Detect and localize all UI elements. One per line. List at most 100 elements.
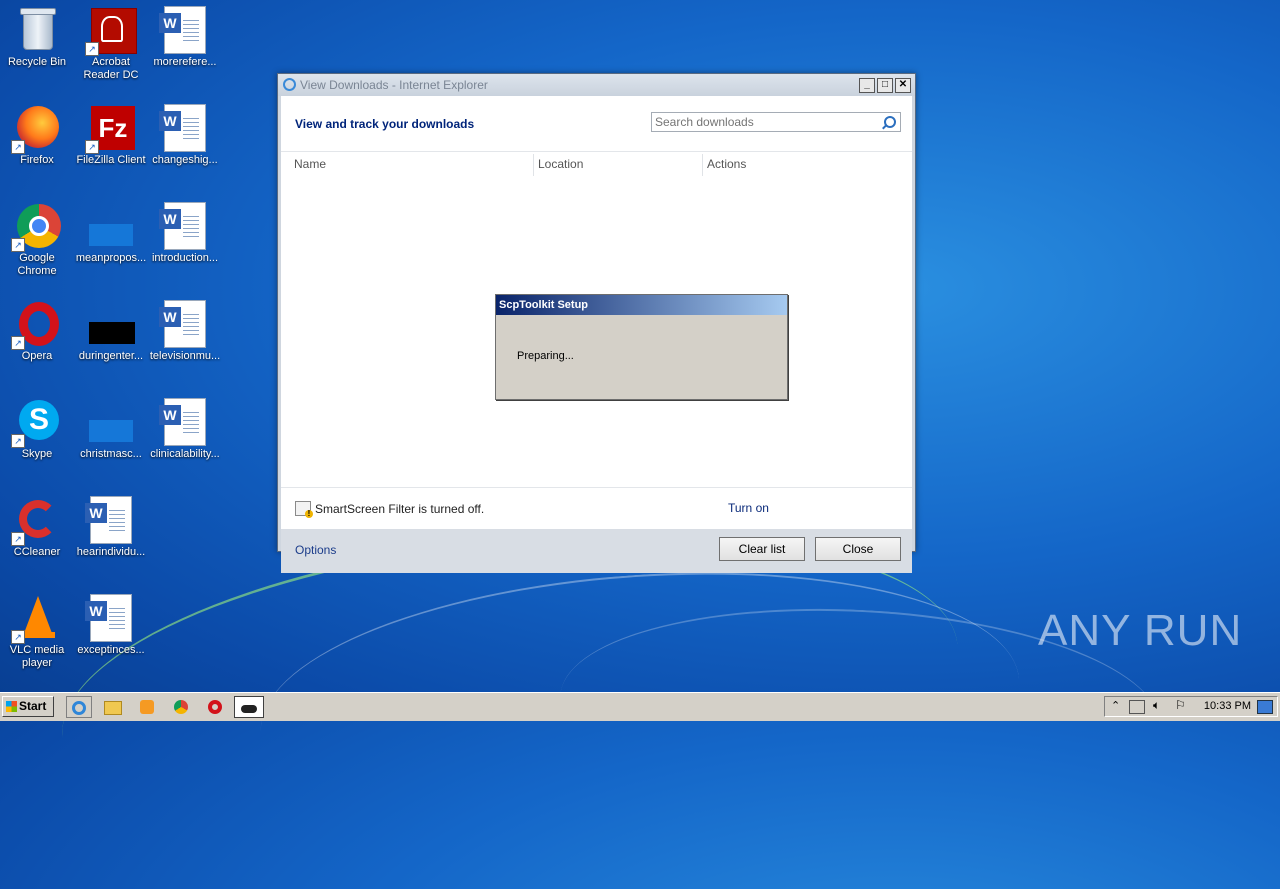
filezilla-icon: Fz ↗ bbox=[85, 104, 135, 154]
smartscreen-text: SmartScreen Filter is turned off. bbox=[315, 501, 485, 516]
desktop-icon-recycle-bin[interactable]: Recycle Bin bbox=[0, 6, 74, 69]
watermark-logo: ANY RUN bbox=[1038, 606, 1243, 655]
desktop-icon-label: introduction... bbox=[151, 252, 219, 264]
desktop-icon-file[interactable]: duringenter... bbox=[74, 300, 148, 363]
word-doc-icon: W bbox=[159, 6, 209, 54]
desktop-icon-label: CCleaner bbox=[13, 546, 61, 558]
ccleaner-icon: ↗ bbox=[11, 496, 61, 546]
show-hidden-icons-icon[interactable]: ⌃ bbox=[1111, 699, 1120, 712]
divider bbox=[281, 487, 912, 488]
flag-icon[interactable]: ⚐ bbox=[1175, 698, 1186, 712]
desktop-icon-file[interactable]: meanpropos... bbox=[74, 202, 148, 265]
desktop-icon-ccleaner[interactable]: ↗ CCleaner bbox=[0, 496, 74, 559]
desktop-icon-acrobat[interactable]: ↗ Acrobat Reader DC bbox=[74, 6, 148, 82]
turn-on-link[interactable]: Turn on bbox=[728, 501, 769, 515]
taskbar-chrome-icon[interactable] bbox=[168, 696, 194, 718]
setup-status-text: Preparing... bbox=[517, 350, 574, 362]
desktop-icon-opera[interactable]: ↗ Opera bbox=[0, 300, 74, 363]
blank-file-icon bbox=[87, 202, 135, 250]
word-doc-icon: W bbox=[159, 104, 209, 152]
show-desktop-icon[interactable] bbox=[1257, 700, 1273, 714]
window-titlebar[interactable]: View Downloads - Internet Explorer _ □ ✕ bbox=[278, 74, 915, 96]
desktop-icon-word-doc[interactable]: W changeshig... bbox=[148, 104, 222, 167]
start-button[interactable]: Start bbox=[2, 696, 54, 717]
desktop-icon-label: Acrobat Reader DC bbox=[83, 56, 139, 81]
recycle-bin-icon bbox=[13, 6, 61, 54]
taskbar-ie-icon[interactable] bbox=[66, 696, 92, 718]
black-file-icon bbox=[87, 300, 135, 348]
desktop-icon-word-doc[interactable]: W clinicalability... bbox=[148, 398, 222, 461]
desktop-icon-label: Skype bbox=[21, 448, 53, 460]
desktop-icon-word-doc[interactable]: W morerefere... bbox=[148, 6, 222, 69]
taskbar-media-player-icon[interactable] bbox=[134, 696, 160, 718]
desktop-icon-label: Google Chrome bbox=[17, 252, 57, 277]
search-input[interactable] bbox=[652, 113, 875, 131]
desktop-icon-label: duringenter... bbox=[78, 350, 144, 362]
desktop-icon-label: clinicalability... bbox=[150, 448, 220, 460]
blank-file-icon bbox=[87, 398, 135, 446]
maximize-button[interactable]: □ bbox=[877, 78, 893, 93]
options-link[interactable]: Options bbox=[295, 543, 336, 557]
vlc-icon: ↗ bbox=[11, 594, 61, 644]
downloads-heading: View and track your downloads bbox=[295, 117, 475, 131]
chrome-icon: ↗ bbox=[11, 202, 61, 252]
setup-dialog: ScpToolkit Setup Preparing... bbox=[495, 294, 788, 400]
search-icon[interactable] bbox=[884, 116, 896, 128]
desktop-icon-word-doc[interactable]: W hearindividu... bbox=[74, 496, 148, 559]
action-center-icon[interactable] bbox=[1129, 700, 1145, 714]
skype-icon: S ↗ bbox=[11, 398, 61, 448]
opera-icon: ↗ bbox=[11, 300, 61, 350]
word-doc-icon: W bbox=[85, 594, 135, 642]
desktop-icon-label: VLC media player bbox=[9, 644, 65, 669]
close-button[interactable]: Close bbox=[815, 537, 901, 561]
desktop-icon-vlc[interactable]: ↗ VLC media player bbox=[0, 594, 74, 670]
smartscreen-notice: SmartScreen Filter is turned off. bbox=[295, 501, 485, 518]
clear-list-button[interactable]: Clear list bbox=[719, 537, 805, 561]
desktop-icon-file[interactable]: christmasc... bbox=[74, 398, 148, 461]
column-header-location[interactable]: Location bbox=[538, 157, 583, 171]
smartscreen-warning-icon bbox=[295, 501, 313, 518]
desktop-icon-word-doc[interactable]: W introduction... bbox=[148, 202, 222, 265]
search-downloads-box[interactable] bbox=[651, 112, 901, 132]
clock[interactable]: 10:33 PM bbox=[1204, 700, 1251, 712]
desktop-icon-label: Firefox bbox=[20, 154, 54, 166]
desktop-icon-label: exceptinces... bbox=[77, 644, 145, 656]
taskbar-opera-icon[interactable] bbox=[202, 696, 228, 718]
desktop-icon-word-doc[interactable]: W exceptinces... bbox=[74, 594, 148, 657]
desktop-icon-label: christmasc... bbox=[80, 448, 142, 460]
column-divider bbox=[533, 154, 534, 176]
volume-icon[interactable]: 🔈︎ bbox=[1153, 698, 1160, 713]
desktop-icon-filezilla[interactable]: Fz ↗ FileZilla Client bbox=[74, 104, 148, 167]
desktop-icon-firefox[interactable]: ↗ Firefox bbox=[0, 104, 74, 167]
taskbar: Start ⌃ 🔈︎ ⚐ 10:33 PM bbox=[0, 692, 1280, 721]
column-header-actions[interactable]: Actions bbox=[707, 157, 746, 171]
word-doc-icon: W bbox=[85, 496, 135, 544]
taskbar-explorer-icon[interactable] bbox=[100, 696, 126, 718]
desktop-icon-label: changeshig... bbox=[152, 154, 218, 166]
column-header-name[interactable]: Name bbox=[294, 157, 326, 171]
taskbar-gamepad-icon[interactable] bbox=[234, 696, 264, 718]
firefox-icon: ↗ bbox=[11, 104, 61, 154]
word-doc-icon: W bbox=[159, 202, 209, 250]
desktop-icon-chrome[interactable]: ↗ Google Chrome bbox=[0, 202, 74, 278]
internet-explorer-icon bbox=[283, 78, 296, 91]
windows-logo-icon bbox=[6, 701, 17, 712]
acrobat-icon: ↗ bbox=[85, 6, 137, 56]
desktop: { "desktop": { "icons": [ {"label": "Rec… bbox=[0, 0, 1280, 889]
start-label: Start bbox=[19, 699, 47, 713]
close-window-button[interactable]: ✕ bbox=[895, 78, 911, 93]
window-footer: Options Clear list Close bbox=[281, 529, 912, 573]
desktop-icon-skype[interactable]: S ↗ Skype bbox=[0, 398, 74, 461]
word-doc-icon: W bbox=[159, 398, 209, 446]
desktop-icon-label: FileZilla Client bbox=[76, 154, 146, 166]
desktop-icon-label: hearindividu... bbox=[76, 546, 146, 558]
desktop-icon-label: televisionmu... bbox=[149, 350, 221, 362]
desktop-icon-word-doc[interactable]: W televisionmu... bbox=[148, 300, 222, 363]
setup-dialog-title[interactable]: ScpToolkit Setup bbox=[496, 295, 787, 315]
column-divider bbox=[702, 154, 703, 176]
word-doc-icon: W bbox=[159, 300, 209, 348]
minimize-button[interactable]: _ bbox=[859, 78, 875, 93]
column-headers: Name Location Actions bbox=[281, 151, 912, 177]
desktop-icon-label: Opera bbox=[21, 350, 53, 362]
desktop-icon-label: morerefere... bbox=[153, 56, 217, 68]
